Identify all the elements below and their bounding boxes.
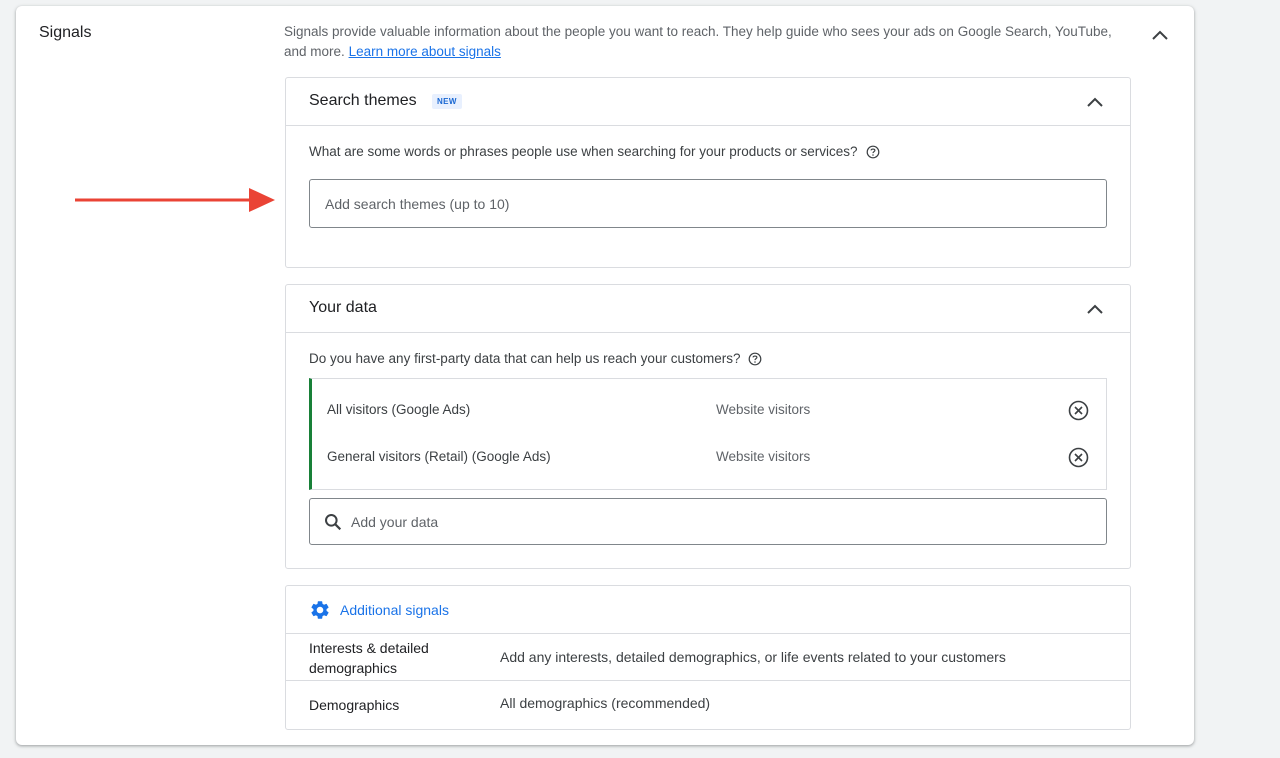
search-themes-header: Search themes NEW [286,78,1130,126]
additional-signals-label: Additional signals [340,602,449,618]
your-data-list: All visitors (Google Ads) Website visito… [309,378,1107,490]
signals-card: Signals Signals provide valuable informa… [16,6,1194,745]
row-value: All demographics (recommended) [500,695,711,711]
annotation-arrow-icon [75,188,275,212]
help-icon[interactable] [866,145,880,159]
search-themes-question: What are some words or phrases people us… [309,144,880,159]
table-row[interactable]: Interests & detailed demographics Add an… [286,634,1130,681]
search-themes-collapse-button[interactable] [1080,88,1110,116]
remove-button[interactable] [1065,444,1091,470]
search-themes-panel: Search themes NEW What are some words or… [285,77,1131,268]
row-value: Add any interests, detailed demographics… [500,649,1006,665]
row-label: Demographics [309,697,400,713]
audience-name: All visitors (Google Ads) [327,402,471,417]
your-data-panel: Your data Do you have any first-party da… [285,284,1131,569]
search-themes-question-text: What are some words or phrases people us… [309,144,858,159]
your-data-title: Your data [309,299,377,316]
cancel-circle-icon [1068,447,1088,467]
help-icon[interactable] [748,352,762,366]
remove-button[interactable] [1065,397,1091,423]
your-data-question-text: Do you have any first-party data that ca… [309,351,741,366]
your-data-header: Your data [286,285,1130,333]
chevron-up-icon [1152,30,1168,40]
signals-description: Signals provide valuable information abo… [284,22,1114,62]
table-row[interactable]: Demographics All demographics (recommend… [286,681,1130,728]
row-label: Interests & detailed demographics [309,640,429,676]
list-item: All visitors (Google Ads) Website visito… [312,387,1106,433]
search-themes-input-box [309,179,1107,228]
audience-type: Website visitors [716,449,811,464]
gear-icon [311,601,329,619]
cancel-circle-icon [1068,400,1088,420]
chevron-up-icon [1087,97,1103,107]
search-themes-title: Search themes [309,92,417,109]
your-data-question: Do you have any first-party data that ca… [309,351,762,366]
additional-signals-header: Additional signals [286,586,1130,634]
add-your-data-input[interactable] [342,513,1106,530]
signals-collapse-button[interactable] [1145,20,1175,50]
add-your-data-box [309,498,1107,545]
search-icon [324,513,342,531]
new-badge: NEW [432,94,462,109]
list-item: General visitors (Retail) (Google Ads) W… [312,434,1106,480]
search-themes-input[interactable] [310,195,1106,212]
additional-signals-panel: Additional signals Interests & detailed … [285,585,1131,730]
additional-signals-link[interactable]: Additional signals [309,599,449,621]
audience-name: General visitors (Retail) (Google Ads) [327,449,551,464]
section-title: Signals [39,24,92,41]
audience-type: Website visitors [716,402,811,417]
your-data-collapse-button[interactable] [1080,295,1110,323]
learn-more-link[interactable]: Learn more about signals [349,44,501,59]
chevron-up-icon [1087,304,1103,314]
